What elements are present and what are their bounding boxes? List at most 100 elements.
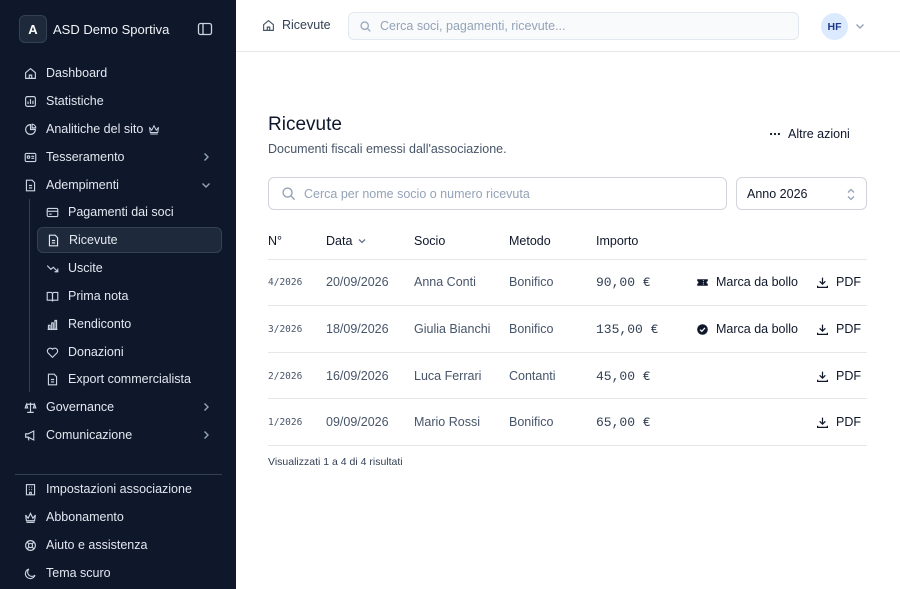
download-icon <box>817 277 828 288</box>
sidebar-item-statistiche[interactable]: Statistiche <box>15 88 222 114</box>
table-divider <box>268 352 867 353</box>
receipt-number: 1/2026 <box>268 417 303 428</box>
lifebuoy-icon <box>23 538 37 552</box>
sidebar-item-label: Prima nota <box>68 289 129 303</box>
receipt-icon <box>46 233 60 247</box>
pagination-summary: Visualizzati 1 a 4 di 4 risultati <box>268 456 403 468</box>
sidebar-item-adempimenti[interactable]: Adempimenti <box>15 172 222 198</box>
chart-icon <box>23 94 37 108</box>
sidebar-item-label: Ricevute <box>69 233 118 247</box>
sidebar-item-rendiconto[interactable]: Rendiconto <box>37 311 222 337</box>
pie-chart-icon <box>23 122 37 136</box>
global-search-input[interactable] <box>380 19 780 33</box>
topbar: Ricevute HF <box>236 0 900 52</box>
receipt-date: 18/09/2026 <box>326 322 389 336</box>
sidebar-item-label: Export commercialista <box>68 372 191 386</box>
sidebar-item-abbonamento[interactable]: Abbonamento <box>15 504 222 530</box>
brand-name: ASD Demo Sportiva <box>53 21 170 37</box>
receipt-member: Mario Rossi <box>414 415 480 429</box>
sidebar-item-label: Statistiche <box>46 94 104 108</box>
receipt-number: 4/2026 <box>268 277 303 288</box>
sidebar-item-export[interactable]: Export commercialista <box>37 366 222 392</box>
receipt-method: Contanti <box>509 369 556 383</box>
sidebar-item-label: Tesseramento <box>46 150 125 164</box>
receipt-member: Giulia Bianchi <box>414 322 491 336</box>
chevron-down-icon[interactable] <box>854 20 866 32</box>
stamp-duty-label: Marca da bollo <box>716 322 798 336</box>
sidebar-item-label: Governance <box>46 400 115 414</box>
moon-icon <box>23 566 37 580</box>
receipt-member: Anna Conti <box>414 275 476 289</box>
sidebar-divider <box>15 474 222 475</box>
receipt-search-input[interactable] <box>304 186 704 201</box>
pdf-download-button[interactable]: PDF <box>816 322 861 336</box>
pdf-label: PDF <box>836 369 861 383</box>
column-header-date[interactable]: Data <box>326 234 367 248</box>
breadcrumb[interactable]: Ricevute <box>262 18 331 32</box>
sidebar-item-label: Abbonamento <box>46 510 124 524</box>
download-icon <box>817 324 828 335</box>
column-header-number[interactable]: N° <box>268 234 282 248</box>
brand-logo: A <box>19 15 47 43</box>
sidebar-toggle-icon[interactable] <box>197 21 213 37</box>
sidebar-item-comunicazione[interactable]: Comunicazione <box>15 422 222 448</box>
receipt-amount: 135,00 € <box>596 322 659 337</box>
year-select-value: Anno 2026 <box>747 186 808 201</box>
avatar[interactable]: HF <box>821 13 848 40</box>
scale-icon <box>23 400 37 414</box>
receipt-date: 20/09/2026 <box>326 275 389 289</box>
sidebar-item-label: Analitiche del sito <box>46 122 144 136</box>
more-actions-label: Altre azioni <box>788 127 850 141</box>
sidebar-item-impostazioni[interactable]: Impostazioni associazione <box>15 476 222 502</box>
receipt-date: 16/09/2026 <box>326 369 389 383</box>
receipt-amount: 65,00 € <box>596 415 651 430</box>
credit-card-icon <box>45 205 59 219</box>
sidebar-item-label: Rendiconto <box>68 317 132 331</box>
sidebar-item-tesseramento[interactable]: Tesseramento <box>15 144 222 170</box>
sidebar-item-prima-nota[interactable]: Prima nota <box>37 283 222 309</box>
table-divider <box>268 445 867 446</box>
sidebar-item-label: Adempimenti <box>46 178 119 192</box>
column-header-member[interactable]: Socio <box>414 234 445 248</box>
global-search[interactable] <box>348 12 799 40</box>
pdf-label: PDF <box>836 322 861 336</box>
receipt-number: 3/2026 <box>268 324 303 335</box>
sidebar-item-pagamenti[interactable]: Pagamenti dai soci <box>37 199 222 225</box>
pdf-download-button[interactable]: PDF <box>816 369 861 383</box>
chevron-right-icon <box>204 153 209 161</box>
year-select[interactable]: Anno 2026 <box>736 177 867 210</box>
brand[interactable]: A ASD Demo Sportiva <box>19 15 219 43</box>
home-icon <box>263 19 274 31</box>
sidebar-item-aiuto[interactable]: Aiuto e assistenza <box>15 532 222 558</box>
sidebar: A ASD Demo Sportiva Dashboard Statistich… <box>0 0 236 589</box>
crown-icon <box>148 124 160 135</box>
sidebar-item-dashboard[interactable]: Dashboard <box>15 60 222 86</box>
pdf-download-button[interactable]: PDF <box>816 275 861 289</box>
chevron-right-icon <box>204 431 209 439</box>
chevron-right-icon <box>204 403 209 411</box>
sidebar-item-label: Impostazioni associazione <box>46 482 192 496</box>
receipt-method: Bonifico <box>509 322 554 336</box>
column-header-label: Data <box>326 234 353 248</box>
sidebar-item-tema-scuro[interactable]: Tema scuro <box>15 560 222 586</box>
pdf-download-button[interactable]: PDF <box>816 415 861 429</box>
sidebar-item-ricevute[interactable]: Ricevute <box>37 227 222 253</box>
receipt-date: 09/09/2026 <box>326 415 389 429</box>
more-horizontal-icon <box>769 132 781 136</box>
stamp-duty-button[interactable]: Marca da bollo <box>696 322 798 336</box>
heart-icon <box>45 345 59 359</box>
id-card-icon <box>23 150 37 164</box>
sidebar-item-governance[interactable]: Governance <box>15 394 222 420</box>
sidebar-item-donazioni[interactable]: Donazioni <box>37 339 222 365</box>
pdf-label: PDF <box>836 415 861 429</box>
stamp-duty-button[interactable]: Marca da bollo <box>696 275 798 289</box>
more-actions-button[interactable]: Altre azioni <box>768 122 850 146</box>
sidebar-item-analitiche[interactable]: Analitiche del sito <box>15 116 222 142</box>
receipt-search[interactable] <box>268 177 727 210</box>
submenu-tree-line <box>29 199 30 392</box>
column-header-method[interactable]: Metodo <box>509 234 551 248</box>
sidebar-item-uscite[interactable]: Uscite <box>37 255 222 281</box>
column-header-amount[interactable]: Importo <box>596 234 638 248</box>
chevron-down-icon <box>202 183 210 188</box>
trending-down-icon <box>45 261 59 275</box>
